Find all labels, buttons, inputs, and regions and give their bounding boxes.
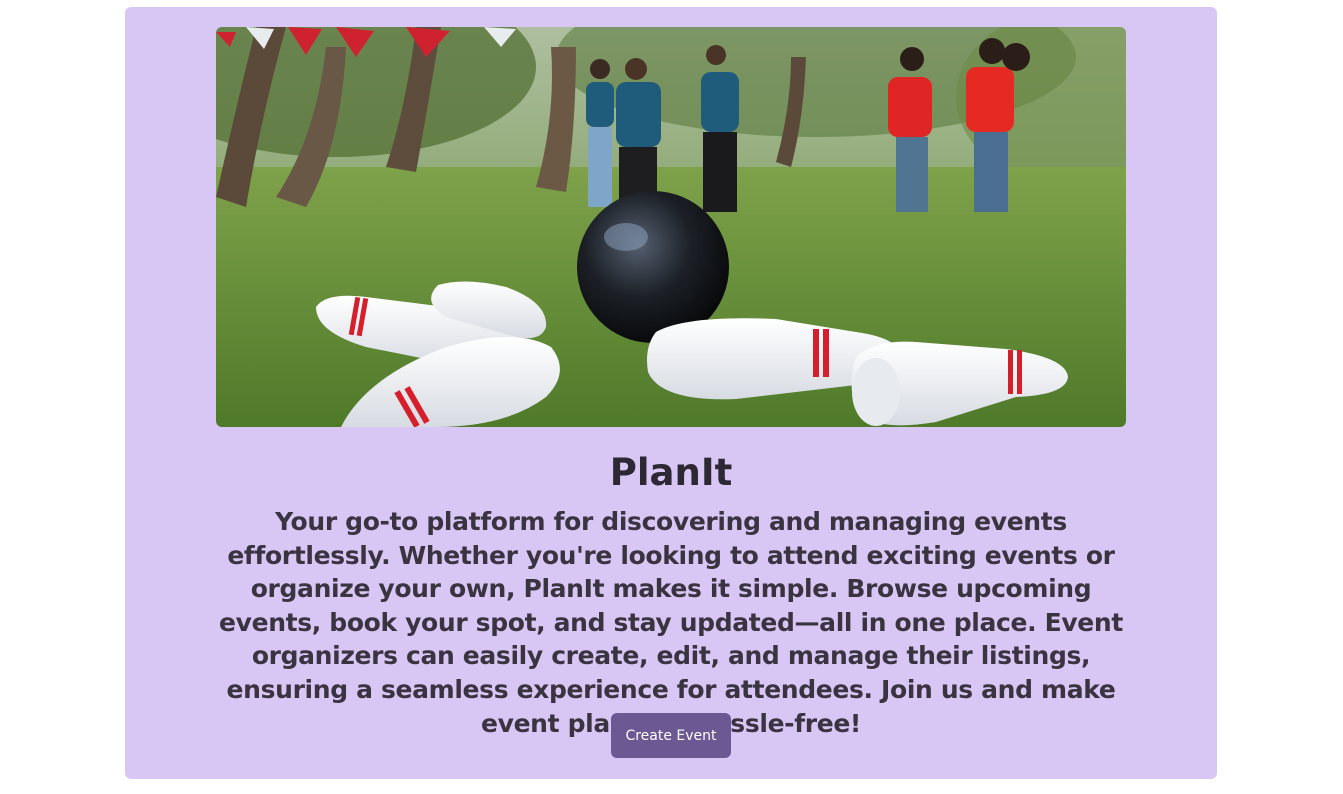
hero-card: PlanIt Your go-to platform for discoveri… [125,7,1217,779]
outdoor-bowling-photo-icon [216,27,1126,427]
page-title: PlanIt [609,451,733,494]
create-event-button[interactable]: Create Event [611,713,731,758]
hero-image [216,27,1126,427]
hero-description: Your go-to platform for discovering and … [219,507,1123,738]
